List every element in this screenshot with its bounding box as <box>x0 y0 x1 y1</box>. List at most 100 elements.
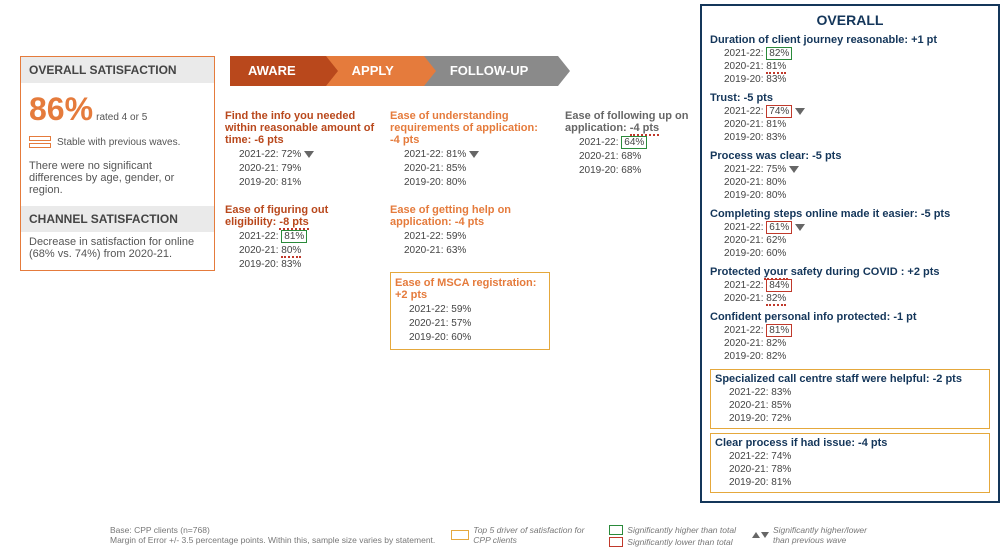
metric-year-line: 2021-22: 81% <box>404 148 550 162</box>
metric-year-line: 2019-20: 80% <box>724 189 990 202</box>
metric-year-line: 2019-20: 81% <box>729 476 985 489</box>
metric-year-line: 2021-22: 84% <box>724 279 990 292</box>
overall-metric-title: Confident personal info protected: -1 pt <box>710 311 990 323</box>
stable-bars-icon <box>29 136 51 148</box>
overall-metric-title: Protected your safety during COVID : +2 … <box>710 266 990 278</box>
overall-metric-title: Clear process if had issue: -4 pts <box>715 437 985 449</box>
metric-year-line: 2020-21: 62% <box>724 234 990 247</box>
legend-red-text: Significantly lower than total <box>627 537 732 547</box>
journey-stages: AWARE APPLY FOLLOW-UP <box>230 56 558 86</box>
overall-panel: OVERALL Duration of client journey reaso… <box>700 4 1000 503</box>
overall-metric-lines: 2021-22: 74%2020-21: 78%2019-20: 81% <box>715 450 985 489</box>
overall-metric-lines: 2021-22: 75%2020-21: 80%2019-20: 80% <box>710 163 990 202</box>
metric-year-line: 2019-20: 81% <box>239 176 380 190</box>
legend-top5: Top 5 driver of satisfaction for CPP cli… <box>451 525 593 545</box>
metric-block: Ease of following up on application: -4 … <box>565 110 720 178</box>
metric-year-line: 2019-20: 68% <box>579 164 720 178</box>
triangle-down-icon <box>761 532 769 538</box>
metric-title: Ease of figuring out eligibility: -8 pts <box>225 204 380 228</box>
metric-year-line: 2021-22: 74% <box>729 450 985 463</box>
metric-block: Ease of getting help on application: -4 … <box>390 204 550 258</box>
metric-year-line: 2020-21: 79% <box>239 162 380 176</box>
overall-metric-title: Specialized call centre staff were helpf… <box>715 373 985 385</box>
apply-column: Ease of understanding requirements of ap… <box>390 110 550 364</box>
metric-year-line: 2021-22: 72% <box>239 148 380 162</box>
metric-block: Ease of figuring out eligibility: -8 pts… <box>225 204 380 272</box>
metric-lines: 2021-22: 59%2020-21: 63% <box>390 230 550 258</box>
metric-year-line: 2020-21: 82% <box>724 337 990 350</box>
metric-year-line: 2020-21: 78% <box>729 463 985 476</box>
overall-metric-block: Clear process if had issue: -4 pts2021-2… <box>710 433 990 493</box>
metric-year-line: 2019-20: 80% <box>404 176 550 190</box>
metric-year-line: 2021-22: 74% <box>724 105 990 118</box>
stable-row: Stable with previous waves. <box>21 132 214 156</box>
rated-text: rated 4 or 5 <box>96 112 147 123</box>
metric-year-line: 2021-22: 61% <box>724 221 990 234</box>
metric-year-line: 2019-20: 82% <box>724 350 990 363</box>
triangle-down-icon <box>795 108 805 115</box>
metric-block: Ease of understanding requirements of ap… <box>390 110 550 190</box>
stage-aware: AWARE <box>230 56 326 86</box>
yellow-swatch-icon <box>451 530 469 540</box>
metric-year-line: 2020-21: 82% <box>724 292 990 305</box>
metric-year-line: 2020-21: 85% <box>404 162 550 176</box>
overall-pct: 86% <box>29 91 93 127</box>
overall-metric-block: Specialized call centre staff were helpf… <box>710 369 990 429</box>
legend-tri-text: Significantly higher/lower than previous… <box>773 525 883 545</box>
follow-column: Ease of following up on application: -4 … <box>565 110 720 192</box>
metric-year-line: 2020-21: 68% <box>579 150 720 164</box>
overall-metric-block: Protected your safety during COVID : +2 … <box>710 266 990 305</box>
metric-title: Ease of MSCA registration: +2 pts <box>395 277 545 301</box>
overall-metric-title: Trust: -5 pts <box>710 92 990 104</box>
overall-metric-title: Process was clear: -5 pts <box>710 150 990 162</box>
metric-title: Find the info you needed within reasonab… <box>225 110 380 146</box>
metric-year-line: 2021-22: 59% <box>409 303 545 317</box>
metric-year-line: 2019-20: 83% <box>724 73 990 86</box>
big-pct-wrap: 86% rated 4 or 5 <box>21 83 214 132</box>
metric-year-line: 2020-21: 85% <box>729 399 985 412</box>
triangle-down-icon <box>795 224 805 231</box>
metric-year-line: 2020-21: 81% <box>724 118 990 131</box>
legend-sig-total: Significantly higher than total Signific… <box>609 525 736 547</box>
overall-metric-block: Duration of client journey reasonable: +… <box>710 34 990 86</box>
overall-title: OVERALL <box>710 12 990 28</box>
overall-satisfaction-panel: OVERALL SATISFACTION 86% rated 4 or 5 St… <box>20 56 215 271</box>
metric-year-line: 2020-21: 63% <box>404 244 550 258</box>
stage-apply: APPLY <box>326 56 424 86</box>
metric-year-line: 2020-21: 80% <box>239 244 380 258</box>
overall-metric-lines: 2021-22: 84%2020-21: 82% <box>710 279 990 305</box>
red-swatch-icon <box>609 537 623 547</box>
overall-metric-title: Completing steps online made it easier: … <box>710 208 990 220</box>
stable-text: Stable with previous waves. <box>57 137 180 148</box>
triangle-down-icon <box>469 151 479 158</box>
triangle-down-icon <box>789 166 799 173</box>
metric-block: Ease of MSCA registration: +2 pts 2021-22… <box>390 272 550 350</box>
overall-metric-title: Duration of client journey reasonable: +… <box>710 34 990 46</box>
footer-legend: Base: CPP clients (n=768) Margin of Erro… <box>110 525 1000 547</box>
channel-satisfaction-header: CHANNEL SATISFACTION <box>21 206 214 232</box>
legend-top5-text: Top 5 driver of satisfaction for CPP cli… <box>473 525 593 545</box>
metric-year-line: 2021-22: 81% <box>724 324 990 337</box>
legend-wave: Significantly higher/lower than previous… <box>752 525 883 545</box>
overall-metric-block: Trust: -5 pts2021-22: 74%2020-21: 81%201… <box>710 92 990 144</box>
metric-block: Find the info you needed within reasonab… <box>225 110 380 190</box>
metric-year-line: 2019-20: 60% <box>409 331 545 345</box>
metric-year-line: 2019-20: 72% <box>729 412 985 425</box>
base-line1: Base: CPP clients (n=768) <box>110 525 435 535</box>
metric-year-line: 2020-21: 57% <box>409 317 545 331</box>
legend-green-text: Significantly higher than total <box>627 525 736 535</box>
metric-year-line: 2020-21: 80% <box>724 176 990 189</box>
metric-lines: 2021-22: 81%2020-21: 80%2019-20: 83% <box>225 230 380 272</box>
overall-metric-lines: 2021-22: 81%2020-21: 82%2019-20: 82% <box>710 324 990 363</box>
metric-title: Ease of understanding requirements of ap… <box>390 110 550 146</box>
metric-year-line: 2019-20: 83% <box>239 258 380 272</box>
overall-metric-lines: 2021-22: 74%2020-21: 81%2019-20: 83% <box>710 105 990 144</box>
base-line2: Margin of Error +/- 3.5 percentage point… <box>110 535 435 545</box>
metric-year-line: 2019-20: 83% <box>724 131 990 144</box>
metric-year-line: 2021-22: 81% <box>239 230 380 244</box>
metric-lines: 2021-22: 81%2020-21: 85%2019-20: 80% <box>390 148 550 190</box>
metric-year-line: 2021-22: 64% <box>579 136 720 150</box>
metric-year-line: 2021-22: 83% <box>729 386 985 399</box>
triangle-down-icon <box>304 151 314 158</box>
metric-year-line: 2019-20: 60% <box>724 247 990 260</box>
